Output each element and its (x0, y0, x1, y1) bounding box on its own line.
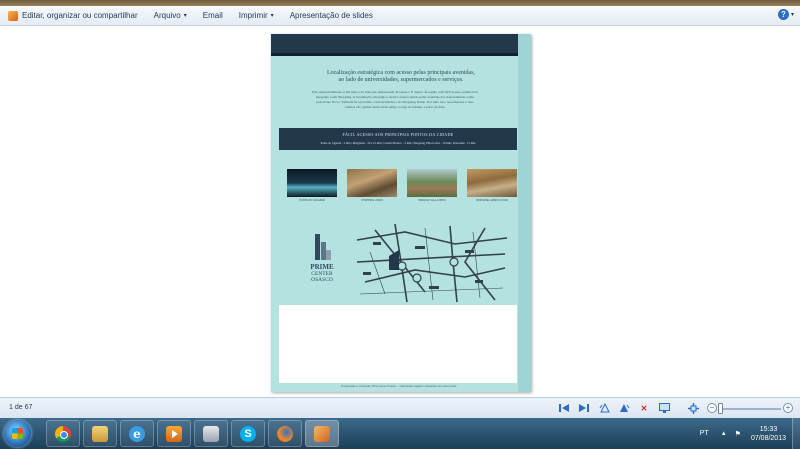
document-heading: Localização estratégica com acesso pelas… (301, 70, 501, 84)
language-indicator[interactable]: PT (700, 430, 709, 437)
access-times: Ponte do Jaguaré - 5 min | Marginais - 1… (320, 141, 476, 145)
previous-icon (559, 404, 569, 412)
delete-button[interactable]: ✕ (637, 401, 651, 415)
photo-rodoanel: RODOANEL MÁRIO COVAS (467, 169, 517, 202)
clock-date: 07/08/2013 (750, 434, 786, 442)
rotate-left-icon (599, 403, 610, 413)
imprimir-label: Imprimir (238, 11, 268, 20)
photo-parque: PARQUE VILLA-LOBOS (407, 169, 457, 202)
share-menu[interactable]: Editar, organizar ou compartilhar (0, 6, 146, 25)
logo-text: OSASCO (311, 277, 333, 283)
access-banner: FÁCIL ACESSO AOS PRINCIPAIS PONTOS DA CI… (279, 128, 517, 150)
zoom-slider-thumb[interactable] (718, 403, 723, 414)
prime-center-logo: PRIME CENTER OSASCO (299, 232, 345, 283)
next-button[interactable] (577, 401, 591, 415)
show-hidden-icons-icon[interactable]: ▲ (721, 431, 727, 437)
zoom-in-button[interactable]: + (783, 403, 793, 413)
logo-bars-icon (314, 232, 331, 260)
taskbar-printer[interactable] (194, 420, 228, 447)
heading-line: ao lado de universidades, supermercados … (338, 77, 464, 83)
show-desktop-button[interactable] (792, 418, 800, 449)
taskbar: e S PT ▲ ⚑ 15:33 07/08/2013 (0, 418, 800, 449)
chrome-icon (55, 425, 71, 442)
logo-text: PRIME (310, 263, 334, 271)
share-label: Editar, organizar ou compartilhar (22, 11, 138, 20)
rotate-left-button[interactable] (597, 401, 611, 415)
photo-strip: PONTE DO JAGUARÉ SHOPPING UNIÃO PARQUE V… (287, 169, 517, 202)
clock-time: 15:33 (759, 425, 778, 433)
document-side-band (518, 34, 531, 392)
clock[interactable]: 15:33 07/08/2013 (751, 425, 786, 443)
photo-viewer-icon (314, 425, 330, 442)
printer-icon (203, 425, 219, 442)
internet-explorer-icon: e (129, 425, 145, 442)
taskbar-firefox[interactable] (268, 420, 302, 447)
arquivo-label: Arquivo (153, 11, 181, 20)
image-viewer-canvas[interactable]: Localização estratégica com acesso pelas… (0, 27, 800, 397)
taskbar-explorer[interactable] (83, 420, 117, 447)
document-body-text: Este empreendimento é um marco no mercad… (285, 90, 505, 110)
access-title: FÁCIL ACESSO AOS PRINCIPAIS PONTOS DA CI… (342, 132, 454, 137)
action-center-icon[interactable]: ⚑ (735, 430, 741, 438)
help-icon: ? (777, 9, 789, 20)
imprimir-menu[interactable]: Imprimir ▾ (231, 6, 282, 25)
photo-image (347, 169, 397, 197)
toolbar: Editar, organizar ou compartilhar Arquiv… (0, 6, 800, 26)
photo-image (407, 169, 457, 197)
document-blank-area (279, 305, 517, 383)
delete-icon: ✕ (640, 403, 648, 413)
document-header-band (271, 34, 531, 56)
skype-icon: S (240, 425, 256, 442)
rotate-right-icon (619, 404, 629, 412)
system-tray: PT ▲ ⚑ 15:33 07/08/2013 (700, 418, 800, 449)
chevron-down-icon: ▾ (790, 12, 794, 18)
taskbar-media-player[interactable] (157, 420, 191, 447)
status-bar: 1 de 67 ✕ − + (0, 397, 800, 418)
folder-icon (92, 425, 108, 442)
share-icon (8, 10, 18, 21)
chevron-down-icon: ▾ (183, 13, 187, 19)
windows-icon (12, 428, 23, 439)
zoom-slider[interactable] (719, 408, 781, 410)
photo-shopping: SHOPPING UNIÃO (347, 169, 397, 202)
fit-icon (687, 402, 699, 414)
document-footer: Incorporação e construção: Prime Center … (340, 385, 458, 388)
taskbar-ie[interactable]: e (120, 420, 154, 447)
email-label: Email (202, 11, 223, 20)
media-player-icon (166, 425, 182, 442)
photo-ponte: PONTE DO JAGUARÉ (287, 169, 337, 202)
email-button[interactable]: Email (195, 6, 231, 25)
heading-line: Localização estratégica com acesso pelas… (326, 70, 476, 76)
zoom-out-button[interactable]: − (707, 403, 717, 413)
slideshow-button[interactable]: Apresentação de slides (282, 6, 381, 25)
photo-caption: PONTE DO JAGUARÉ (299, 199, 325, 202)
photo-image (467, 169, 517, 197)
location-map (356, 223, 508, 303)
monitor-icon (658, 403, 670, 413)
firefox-icon (277, 425, 293, 442)
rotate-right-button[interactable] (617, 401, 631, 415)
document-page-image: Localização estratégica com acesso pelas… (271, 34, 531, 392)
photo-image (287, 169, 337, 197)
taskbar-skype[interactable]: S (231, 420, 265, 447)
fit-window-button[interactable] (686, 401, 700, 415)
body-line: clientes vão ganhar muito mais tempo, lo… (344, 105, 446, 109)
next-icon (579, 404, 589, 412)
photo-caption: SHOPPING UNIÃO (361, 199, 383, 202)
taskbar-photo-viewer[interactable] (305, 420, 339, 447)
photo-caption: RODOANEL MÁRIO COVAS (475, 199, 509, 202)
previous-button[interactable] (557, 401, 571, 415)
open-button[interactable] (657, 401, 671, 415)
start-button[interactable] (4, 420, 31, 447)
taskbar-chrome[interactable] (46, 420, 80, 447)
help-button[interactable]: ? ▾ (777, 9, 794, 20)
page-counter: 1 de 67 (9, 404, 33, 411)
photo-caption: PARQUE VILLA-LOBOS (418, 199, 446, 202)
arquivo-menu[interactable]: Arquivo ▾ (146, 6, 195, 25)
slideshow-label: Apresentação de slides (289, 11, 373, 20)
chevron-down-icon: ▾ (270, 13, 274, 19)
